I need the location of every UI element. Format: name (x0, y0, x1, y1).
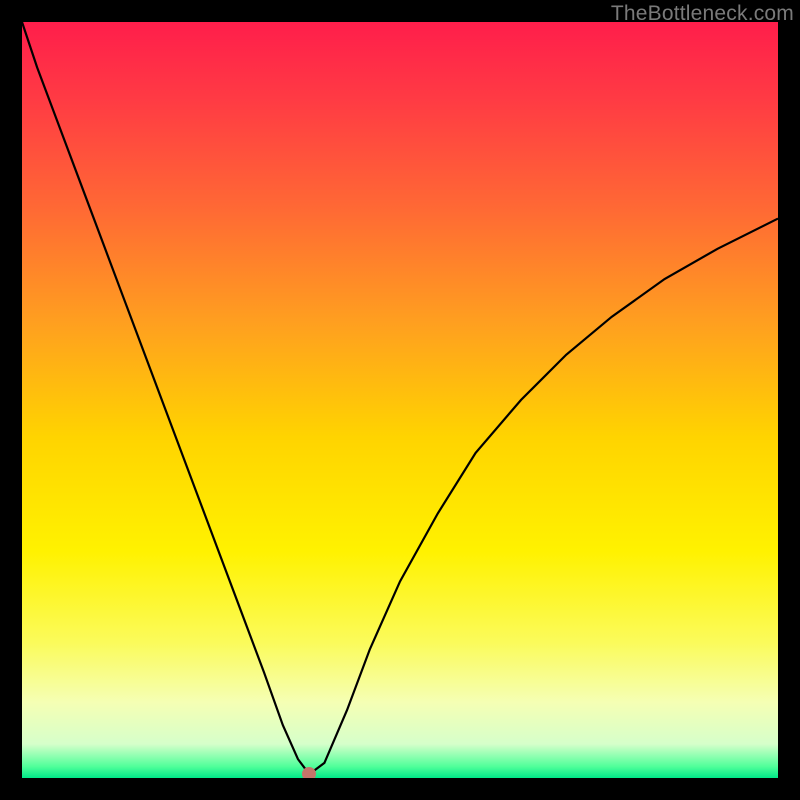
optimal-point-marker (302, 767, 316, 778)
watermark-text: TheBottleneck.com (611, 2, 794, 26)
chart-frame: TheBottleneck.com (0, 0, 800, 800)
bottleneck-curve (22, 22, 778, 778)
plot-area (22, 22, 778, 778)
